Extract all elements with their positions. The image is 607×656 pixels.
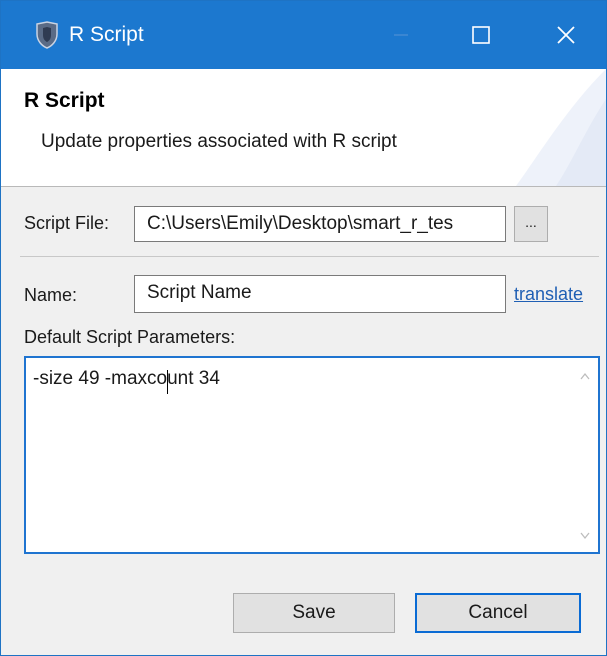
scroll-down-icon[interactable]	[580, 532, 590, 540]
app-shield-icon	[36, 21, 58, 49]
params-textarea[interactable]: -size 49 -maxcount 34	[24, 356, 600, 554]
script-file-label: Script File:	[24, 213, 110, 233]
banner-description: Update properties associated with R scri…	[41, 131, 397, 152]
params-text: -size 49 -maxcount 34	[33, 368, 220, 389]
browse-button[interactable]: ...	[514, 206, 548, 242]
header-banner: R Script Update properties associated wi…	[1, 69, 606, 187]
name-input[interactable]: Script Name	[134, 275, 506, 313]
banner-heading: R Script	[24, 89, 105, 112]
cancel-button[interactable]: Cancel	[415, 593, 581, 633]
close-button[interactable]	[526, 1, 606, 69]
translate-link[interactable]: translate	[514, 284, 583, 305]
name-label: Name:	[24, 285, 78, 305]
maximize-button[interactable]	[441, 1, 521, 69]
script-file-input[interactable]: C:\Users\Emily\Desktop\smart_r_tes	[134, 206, 506, 242]
save-button[interactable]: Save	[233, 593, 395, 633]
maximize-icon	[472, 26, 490, 44]
text-caret	[167, 370, 168, 394]
minimize-icon	[394, 34, 408, 36]
title-bar[interactable]: R Script	[1, 1, 606, 69]
vertical-scrollbar[interactable]	[572, 358, 598, 552]
separator	[20, 256, 599, 257]
minimize-button[interactable]	[361, 1, 441, 69]
banner-swoosh-graphic	[516, 69, 606, 186]
scroll-up-icon[interactable]	[580, 372, 590, 380]
r-script-dialog: R Script R Script Update properties asso…	[0, 0, 607, 656]
close-icon	[557, 26, 575, 44]
window-title: R Script	[69, 23, 144, 46]
params-label: Default Script Parameters:	[24, 327, 236, 347]
